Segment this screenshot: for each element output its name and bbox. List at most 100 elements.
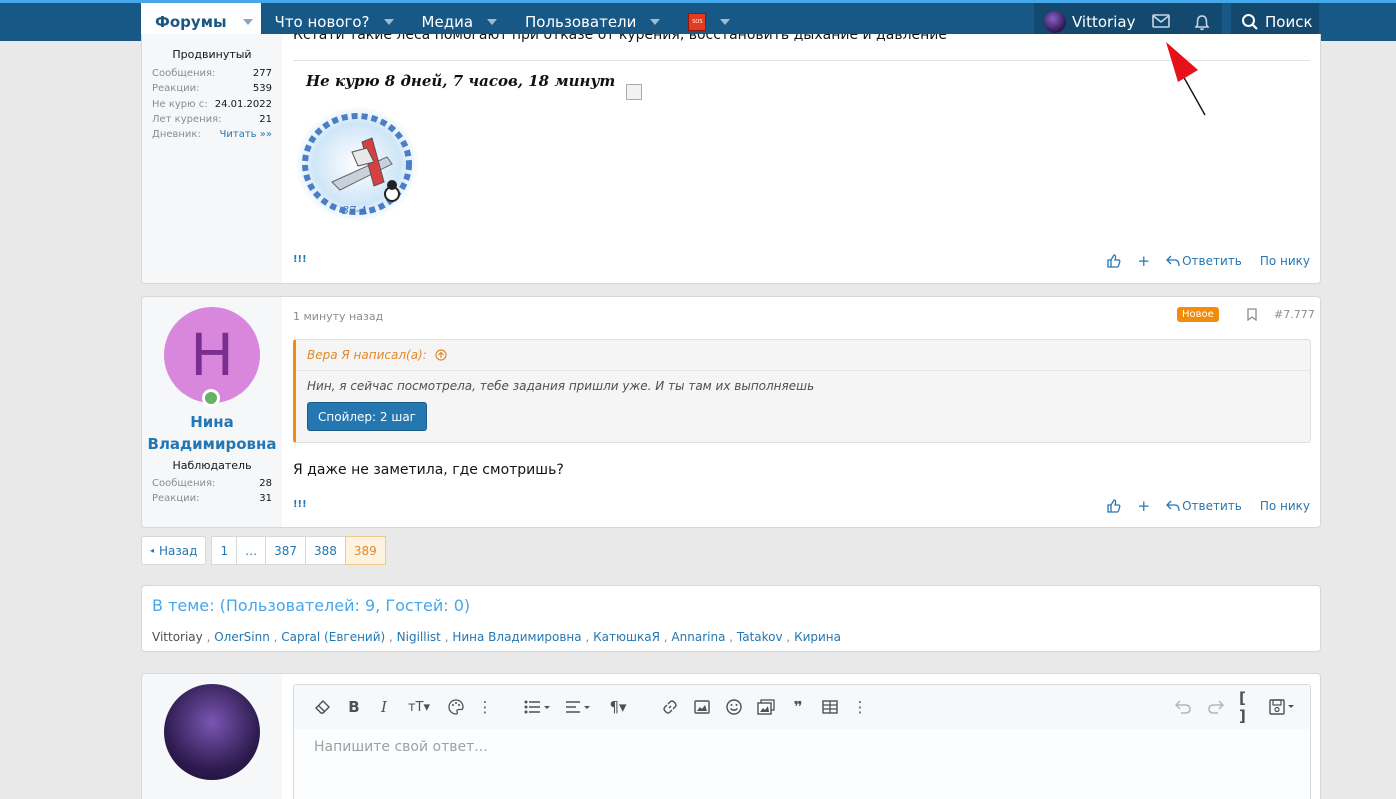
quote-text: Нин, я сейчас посмотрела, тебе задания п… xyxy=(307,379,815,393)
by-nick-button[interactable]: По нику xyxy=(1260,254,1310,268)
chevron-down-icon[interactable] xyxy=(487,19,498,25)
chevron-down-icon[interactable] xyxy=(383,19,394,25)
page-link[interactable]: 387 xyxy=(265,536,306,565)
post-text: Я даже не заметила, где смотришь? xyxy=(293,462,564,478)
chevron-down-icon[interactable] xyxy=(650,19,661,25)
online-user-link[interactable]: Кирина xyxy=(794,630,841,644)
reply-button[interactable]: Ответить xyxy=(1182,499,1242,513)
save-draft-icon[interactable] xyxy=(1268,698,1296,716)
post-text: Кстати такие леса помогают при отказе от… xyxy=(293,34,947,43)
redo-icon[interactable] xyxy=(1207,698,1225,716)
plus-icon[interactable]: + xyxy=(1137,497,1150,515)
reply-button[interactable]: Ответить xyxy=(1182,254,1242,268)
fullscreen-icon[interactable]: [ ] xyxy=(1239,689,1257,725)
tab-whats-new-label: Что нового? xyxy=(274,13,370,31)
list-icon[interactable] xyxy=(523,698,553,716)
pagination: ◂ Назад 1 … 387 388 389 xyxy=(141,536,386,565)
reaction-link[interactable]: !!! xyxy=(293,254,307,265)
sos-icon: SOS xyxy=(688,13,707,31)
post-user-column: Продвинутый Сообщения: 277 Реакции: 539 Не… xyxy=(142,34,282,283)
reply-input-placeholder[interactable]: Напишите свой ответ... xyxy=(314,739,488,755)
user-title: Наблюдатель xyxy=(172,459,252,472)
more-vertical-icon[interactable]: ⋮ xyxy=(476,698,494,716)
page-link[interactable]: 388 xyxy=(304,536,346,565)
online-user-link[interactable]: Nigillist xyxy=(397,630,441,644)
post-number[interactable]: #7.777 xyxy=(1274,308,1315,321)
current-page[interactable]: 389 xyxy=(344,536,386,565)
user-stats: Сообщения: 277 Реакции: 539 Не курю с: 24.0… xyxy=(152,68,272,144)
post-actions: + Ответить По нику xyxy=(1095,497,1310,515)
like-icon[interactable] xyxy=(1107,254,1121,268)
user-title: Продвинутый xyxy=(172,48,252,61)
reply-icon[interactable] xyxy=(1166,500,1180,512)
bell-icon[interactable] xyxy=(1194,14,1212,31)
quote-block: Вера Я написал(а): Нин, я сейчас посмотр… xyxy=(293,339,1311,443)
tab-forums-label: Форумы xyxy=(155,13,227,31)
tab-media-label: Медиа xyxy=(421,13,474,31)
inbox-icon[interactable] xyxy=(1152,14,1170,30)
online-users-list: Vittoriay , OлerSinn , Capral (Евгений) … xyxy=(152,630,841,644)
by-nick-button[interactable]: По нику xyxy=(1260,499,1310,513)
bookmark-icon[interactable] xyxy=(1247,308,1257,321)
post-timestamp[interactable]: 1 минуту назад xyxy=(293,310,383,323)
page-link[interactable]: 1 xyxy=(211,536,238,565)
eraser-icon[interactable] xyxy=(314,698,332,716)
like-icon[interactable] xyxy=(1107,499,1121,513)
quote-divider xyxy=(296,370,1310,371)
tab-members-label: Пользователи xyxy=(525,13,637,31)
image-icon[interactable] xyxy=(693,698,711,716)
undo-icon[interactable] xyxy=(1174,698,1192,716)
more-vertical-icon[interactable]: ⋮ xyxy=(851,698,869,716)
online-user-link[interactable]: Vittoriay xyxy=(152,630,203,644)
online-status-icon xyxy=(202,389,220,407)
online-user-link[interactable]: Tatakov xyxy=(737,630,783,644)
post-actions: + Ответить По нику xyxy=(1095,252,1310,270)
author-name[interactable]: Нина Владимировна xyxy=(142,411,282,455)
online-user-link[interactable]: Annarina xyxy=(671,630,725,644)
reaction-link[interactable]: !!! xyxy=(293,499,307,510)
reply-editor[interactable]: B I тT▾ ⋮ ¶▾ ❞ ⋮ [] Напишите свой ответ… xyxy=(293,684,1311,799)
paragraph-icon[interactable]: ¶▾ xyxy=(603,698,633,716)
online-user-link[interactable]: КатюшкаЯ xyxy=(593,630,660,644)
align-icon[interactable] xyxy=(564,698,594,716)
online-user-link[interactable]: OлerSinn xyxy=(214,630,270,644)
link-icon[interactable] xyxy=(661,698,679,716)
online-users-title: В теме: (Пользователей: 9, Гостей: 0) xyxy=(152,596,471,615)
diary-link[interactable]: Читать »» xyxy=(220,129,272,144)
search-label: Поиск xyxy=(1265,13,1313,31)
palette-icon[interactable] xyxy=(447,698,465,716)
avatar[interactable] xyxy=(164,684,260,780)
smiley-icon[interactable] xyxy=(725,698,743,716)
reply-icon[interactable] xyxy=(1166,255,1180,267)
media-gallery-icon[interactable] xyxy=(757,698,775,716)
reply-user-column xyxy=(142,674,282,799)
online-user-link[interactable]: Capral (Евгений) xyxy=(281,630,385,644)
chevron-down-icon[interactable] xyxy=(242,19,253,25)
chevron-left-icon: ◂ xyxy=(150,546,155,555)
username[interactable]: Vittoriay xyxy=(1072,13,1135,31)
quick-reply: B I тT▾ ⋮ ¶▾ ❞ ⋮ [] Напишите свой ответ… xyxy=(141,673,1321,799)
online-user-link[interactable]: Нина Владимировна xyxy=(452,630,581,644)
annotation-arrow-icon xyxy=(1160,38,1212,118)
spoiler-button[interactable]: Спойлер: 2 шаг xyxy=(307,402,427,431)
signature-divider xyxy=(293,60,1310,61)
user-stats: Сообщения: 28 Реакции: 31 xyxy=(152,478,272,505)
quote-icon[interactable]: ❞ xyxy=(789,698,807,716)
page-ellipsis[interactable]: … xyxy=(236,536,267,565)
avatar[interactable] xyxy=(1044,11,1066,33)
table-icon[interactable] xyxy=(821,698,839,716)
post: Н Нина Владимировна Наблюдатель Сообщени… xyxy=(141,296,1321,528)
broken-image-icon xyxy=(626,84,642,100)
text-size-icon[interactable]: тT▾ xyxy=(404,698,434,716)
bold-icon[interactable]: B xyxy=(345,698,363,716)
arrow-up-circle-icon[interactable] xyxy=(435,349,447,361)
editor-toolbar: B I тT▾ ⋮ ¶▾ ❞ ⋮ [] xyxy=(294,685,1310,729)
chevron-down-icon[interactable] xyxy=(720,19,731,25)
quote-author[interactable]: Вера Я написал(а): xyxy=(307,348,447,362)
post-user-column: Н Нина Владимировна Наблюдатель Сообщени… xyxy=(142,297,282,527)
search-icon xyxy=(1241,13,1259,31)
svg-text:37-A: 37-A xyxy=(342,204,368,217)
prev-page-button[interactable]: ◂ Назад xyxy=(141,536,207,565)
italic-icon[interactable]: I xyxy=(375,698,393,716)
plus-icon[interactable]: + xyxy=(1137,252,1150,270)
